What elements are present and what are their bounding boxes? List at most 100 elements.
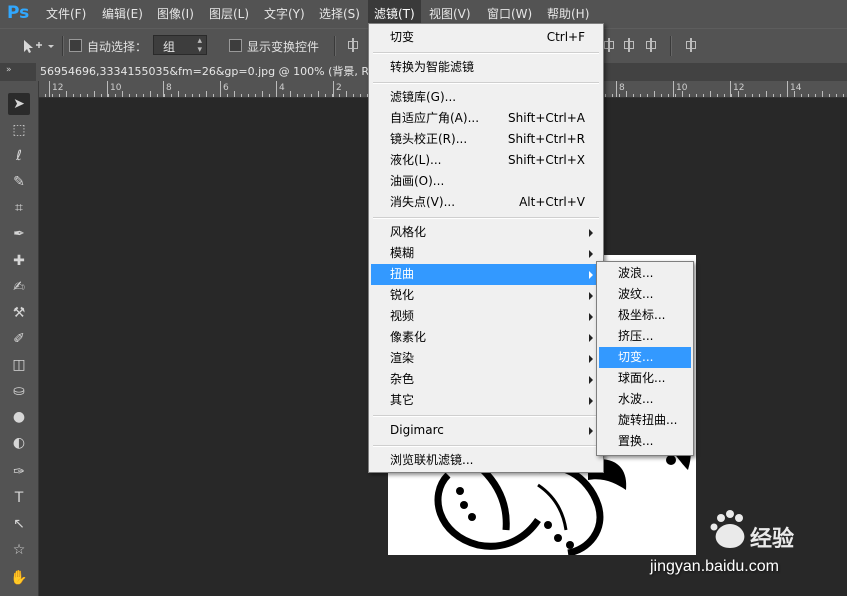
submenu-item-distort[interactable]: 球面化... — [599, 368, 691, 389]
align-right-icon[interactable] — [644, 38, 658, 52]
ruler-minor-tick — [52, 94, 53, 97]
ruler-minor-tick — [45, 94, 46, 97]
ruler-minor-tick — [801, 94, 802, 97]
menu-item-submenu[interactable]: 模糊 — [371, 243, 601, 264]
path-select-tool-icon[interactable]: ↖ — [8, 513, 30, 535]
ruler-minor-tick — [773, 94, 774, 97]
baidu-jingyan-watermark: Bai 经验 — [648, 510, 794, 553]
menu-item-browse-online[interactable]: 浏览联机滤镜... — [371, 450, 601, 471]
menu-item-filter[interactable]: 镜头校正(R)... Shift+Ctrl+R — [371, 129, 601, 150]
paint-bucket-tool-icon[interactable]: ⛀ — [8, 380, 30, 402]
menu-item-submenu[interactable]: 像素化 — [371, 327, 601, 348]
eraser-tool-icon[interactable]: ◫ — [8, 354, 30, 376]
marquee-tool-icon[interactable]: ⬚ — [8, 119, 30, 141]
blur-tool-icon[interactable]: ● — [8, 406, 30, 428]
shape-tool-icon[interactable]: ☆ — [8, 539, 30, 561]
submenu-item-distort[interactable]: 旋转扭曲... — [599, 410, 691, 431]
ruler-minor-tick — [157, 94, 158, 97]
type-tool-icon[interactable]: T — [8, 487, 30, 509]
ruler-minor-tick — [143, 94, 144, 97]
brush-tool-icon[interactable]: ✍ — [8, 276, 30, 298]
ruler-minor-tick — [661, 94, 662, 97]
submenu-item-label: 挤压... — [618, 329, 654, 343]
tool-preset-picker[interactable] — [20, 36, 58, 56]
ruler-tick — [333, 81, 334, 97]
ruler-minor-tick — [738, 91, 739, 97]
menu-file[interactable]: 文件(F) — [46, 0, 86, 28]
submenu-arrow-icon — [589, 250, 593, 258]
submenu-item-label: 波纹... — [618, 287, 654, 301]
ruler-label: 12 — [52, 83, 64, 93]
submenu-item-distort[interactable]: 极坐标... — [599, 305, 691, 326]
ruler-minor-tick — [255, 94, 256, 97]
menu-item-submenu[interactable]: 风格化 — [371, 222, 601, 243]
ruler-minor-tick — [227, 94, 228, 97]
menu-item-submenu[interactable]: 锐化 — [371, 285, 601, 306]
menu-item-digimarc[interactable]: Digimarc — [371, 420, 601, 441]
menu-separator — [373, 217, 599, 219]
document-tab[interactable]: 56954696,3334155035&fm=26&gp=0.jpg @ 100… — [36, 63, 376, 81]
distribute-icon[interactable] — [684, 38, 698, 52]
menu-select[interactable]: 选择(S) — [319, 0, 360, 28]
crop-tool-icon[interactable]: ⌗ — [8, 197, 30, 219]
align-top-icon[interactable] — [346, 38, 360, 52]
menu-item-filter[interactable]: 消失点(V)... Alt+Ctrl+V — [371, 192, 601, 213]
menu-item-filter[interactable]: 自适应广角(A)... Shift+Ctrl+A — [371, 108, 601, 129]
ruler-minor-tick — [192, 94, 193, 97]
menu-separator — [373, 82, 599, 84]
menu-item-submenu[interactable]: 杂色 — [371, 369, 601, 390]
menu-item-last-filter[interactable]: 切变 Ctrl+F — [371, 27, 601, 48]
ruler-tick — [49, 81, 50, 97]
ruler-minor-tick — [213, 94, 214, 97]
clone-stamp-tool-icon[interactable]: ⚒ — [8, 302, 30, 324]
menu-item-filter[interactable]: 液化(L)... Shift+Ctrl+X — [371, 150, 601, 171]
ruler-minor-tick — [339, 94, 340, 97]
submenu-item-distort[interactable]: 挤压... — [599, 326, 691, 347]
submenu-item-distort[interactable]: 波浪... — [599, 263, 691, 284]
dodge-tool-icon[interactable]: ◐ — [8, 432, 30, 454]
pen-tool-icon[interactable]: ✑ — [8, 461, 30, 483]
quick-select-tool-icon[interactable]: ✎ — [8, 171, 30, 193]
menu-item-submenu[interactable]: 扭曲 — [371, 264, 601, 285]
menu-item-filter[interactable]: 油画(O)... — [371, 171, 601, 192]
menu-item-smart-filter[interactable]: 转换为智能滤镜 — [371, 57, 601, 78]
healing-brush-tool-icon[interactable]: ✚ — [8, 250, 30, 272]
ruler-minor-tick — [234, 91, 235, 97]
submenu-item-distort[interactable]: 置换... — [599, 431, 691, 452]
ruler-label: 8 — [166, 83, 172, 93]
submenu-item-distort[interactable]: 波纹... — [599, 284, 691, 305]
menu-item-submenu-label: 其它 — [390, 393, 415, 407]
move-tool-icon[interactable]: ➤ — [8, 93, 30, 115]
menu-item-submenu[interactable]: 视频 — [371, 306, 601, 327]
ruler-minor-tick — [808, 94, 809, 97]
auto-select-checkbox[interactable] — [69, 39, 82, 52]
history-brush-tool-icon[interactable]: ✐ — [8, 328, 30, 350]
show-transform-checkbox[interactable] — [229, 39, 242, 52]
submenu-item-label: 球面化... — [618, 371, 666, 385]
menu-image[interactable]: 图像(I) — [157, 0, 194, 28]
align-left-icon[interactable] — [602, 38, 616, 52]
menu-separator — [373, 415, 599, 417]
menu-item-submenu[interactable]: 其它 — [371, 390, 601, 411]
menu-type[interactable]: 文字(Y) — [264, 0, 305, 28]
submenu-item-distort[interactable]: 切变... — [599, 347, 691, 368]
menu-edit[interactable]: 编辑(E) — [102, 0, 143, 28]
ruler-minor-tick — [717, 94, 718, 97]
menu-item-filter[interactable]: 滤镜库(G)... — [371, 87, 601, 108]
ruler-minor-tick — [248, 94, 249, 97]
ruler-minor-tick — [80, 94, 81, 97]
auto-select-dropdown[interactable]: 组 ▴ ▾ — [153, 35, 207, 55]
ruler-label: 6 — [223, 83, 229, 93]
ruler-minor-tick — [612, 94, 613, 97]
submenu-item-distort[interactable]: 水波... — [599, 389, 691, 410]
panel-collapse-icon[interactable]: » — [6, 65, 12, 75]
ruler-minor-tick — [787, 94, 788, 97]
ruler-minor-tick — [206, 91, 207, 97]
eyedropper-tool-icon[interactable]: ✒ — [8, 223, 30, 245]
hand-tool-icon[interactable]: ✋ — [8, 567, 30, 589]
ruler-minor-tick — [122, 91, 123, 97]
menu-item-submenu[interactable]: 渲染 — [371, 348, 601, 369]
lasso-tool-icon[interactable]: ℓ — [8, 145, 30, 167]
align-hcenter-icon[interactable] — [622, 38, 636, 52]
menu-layer[interactable]: 图层(L) — [209, 0, 249, 28]
